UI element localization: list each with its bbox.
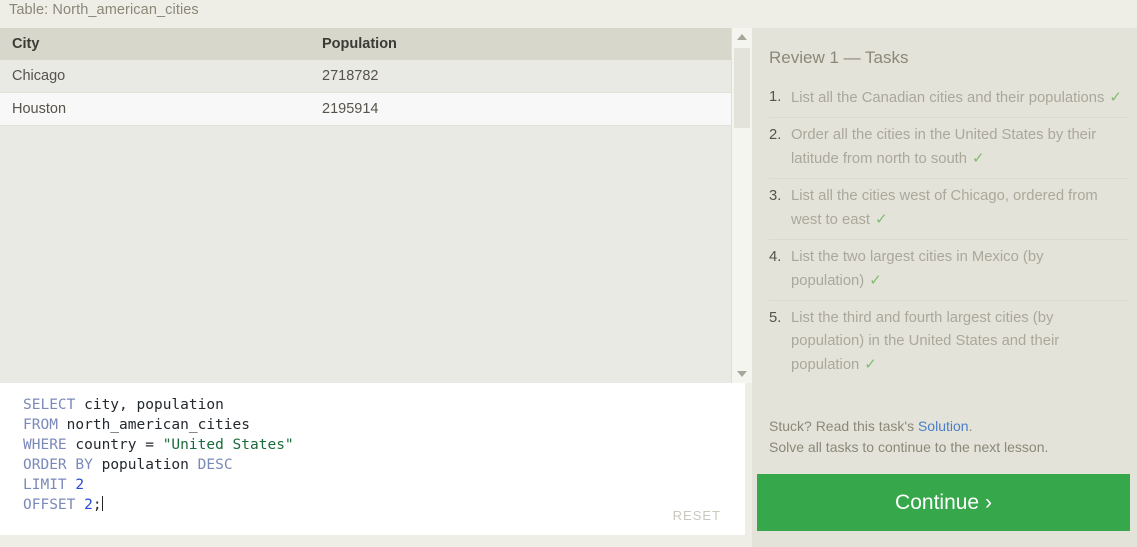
results-table: City Population Chicago 2718782 Houston … xyxy=(0,28,731,126)
sql-token: ORDER xyxy=(23,457,67,473)
sql-token: FROM xyxy=(23,417,58,433)
task-complete-check-icon: ✓ xyxy=(1109,89,1122,106)
cell-population: 2195914 xyxy=(310,92,731,126)
tasks-panel: Review 1 — Tasks 1. List all the Canadian… xyxy=(752,28,1137,547)
sql-code[interactable]: SELECT city, population FROM north_ameri… xyxy=(23,395,294,515)
sql-token: = xyxy=(145,437,154,453)
sql-token: WHERE xyxy=(23,437,67,453)
task-number: 2. xyxy=(769,127,782,143)
sql-token: 2 xyxy=(75,477,85,493)
task-text: List the third and fourth largest cities… xyxy=(791,310,1060,373)
task-text: List all the cities west of Chicago, ord… xyxy=(791,188,1098,228)
task-number: 3. xyxy=(769,188,782,204)
sql-token: OFFSET xyxy=(23,497,76,513)
task-complete-check-icon: ✓ xyxy=(972,150,985,167)
cell-population: 2718782 xyxy=(310,60,731,93)
table-row: Houston 2195914 xyxy=(0,92,731,126)
continue-button[interactable]: Continue › xyxy=(757,474,1130,531)
scroll-up-arrow-icon[interactable] xyxy=(732,29,752,45)
task-complete-check-icon: ✓ xyxy=(874,211,888,228)
tasks-title: Review 1 — Tasks xyxy=(769,48,909,67)
sql-token: country xyxy=(66,437,146,453)
sql-token: "United States" xyxy=(162,437,294,453)
scrollbar-thumb[interactable] xyxy=(734,48,750,128)
column-header-population: Population xyxy=(310,28,731,60)
solution-link[interactable]: Solution xyxy=(918,418,969,434)
sql-token: SELECT xyxy=(23,397,76,413)
hint-block: Stuck? Read this task's Solution. Solve … xyxy=(769,416,1129,458)
query-workspace: Table: North_american_cities City Popula… xyxy=(0,0,752,547)
hint-line-progress: Solve all tasks to continue to the next … xyxy=(769,439,1049,455)
task-text: List the two largest cities in Mexico (b… xyxy=(791,249,1044,289)
sql-editor[interactable]: SELECT city, population FROM north_ameri… xyxy=(0,383,745,535)
reset-button[interactable]: RESET xyxy=(673,508,721,523)
task-list: 1. List all the Canadian cities and their… xyxy=(769,80,1129,384)
table-row: Chicago 2718782 xyxy=(0,60,731,93)
sql-token: BY xyxy=(75,457,93,473)
sql-token: ; xyxy=(92,497,102,513)
cell-city: Chicago xyxy=(0,60,310,93)
sql-token: LIMIT xyxy=(23,477,67,493)
task-item[interactable]: 5. List the third and fourth largest citi… xyxy=(769,301,1129,384)
task-item[interactable]: 4. List the two largest cities in Mexico … xyxy=(769,240,1129,301)
sql-token: 2 xyxy=(84,497,93,513)
sql-token: city, population xyxy=(75,397,224,413)
task-complete-check-icon: ✓ xyxy=(864,356,877,373)
task-number: 5. xyxy=(769,310,782,326)
table-label: Table: North_american_cities xyxy=(9,2,199,18)
hint-prefix: Stuck? Read this task's xyxy=(769,418,918,434)
task-number: 1. xyxy=(769,89,782,105)
results-panel: City Population Chicago 2718782 Houston … xyxy=(0,28,752,383)
task-text: List all the Canadian cities and their p… xyxy=(791,90,1105,106)
scroll-down-arrow-icon[interactable] xyxy=(732,366,752,382)
task-item[interactable]: 2. Order all the cities in the United Sta… xyxy=(769,118,1129,179)
hint-suffix: . xyxy=(968,418,973,434)
task-item[interactable]: 1. List all the Canadian cities and their… xyxy=(769,80,1129,118)
table-header-row: City Population xyxy=(0,28,731,60)
sql-token: north_american_cities xyxy=(57,417,250,433)
task-number: 4. xyxy=(769,249,782,265)
hint-line-solution: Stuck? Read this task's Solution. xyxy=(769,416,1129,437)
sql-token: population xyxy=(92,457,198,473)
text-cursor xyxy=(101,496,103,511)
task-item[interactable]: 3. List all the cities west of Chicago, o… xyxy=(769,179,1129,240)
task-complete-check-icon: ✓ xyxy=(869,272,882,289)
cell-city: Houston xyxy=(0,92,310,126)
sql-token: DESC xyxy=(197,457,233,473)
results-scrollbar[interactable] xyxy=(731,28,752,383)
column-header-city: City xyxy=(0,28,310,60)
task-text: Order all the cities in the United State… xyxy=(791,127,1097,167)
